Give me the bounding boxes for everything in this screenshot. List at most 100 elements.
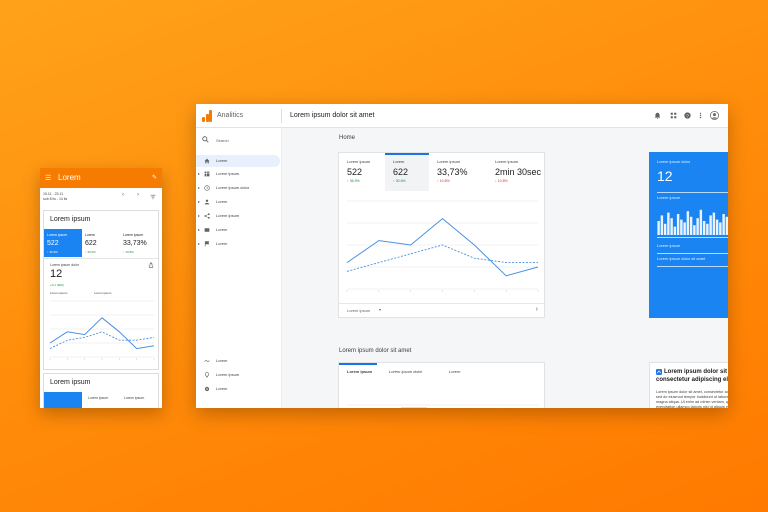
bar bbox=[702, 221, 706, 235]
chevron-right-icon[interactable]: › bbox=[137, 192, 139, 198]
home-title: Home bbox=[339, 135, 356, 141]
kpi-label: Lorem ipsum bbox=[47, 233, 68, 237]
kpi-change: ↑ 36.9% bbox=[347, 179, 360, 183]
expand-caret-icon: ▸ bbox=[198, 213, 201, 218]
bar bbox=[712, 212, 716, 235]
bar bbox=[715, 219, 719, 235]
filter-icon[interactable] bbox=[150, 194, 156, 200]
sidebar-item-home[interactable]: Lorem bbox=[196, 155, 280, 167]
realtime-sub3: Lorem ipsum dolor sit amet bbox=[657, 256, 706, 261]
bar bbox=[680, 219, 683, 235]
apps-grid-icon[interactable] bbox=[670, 112, 677, 119]
kpi-tile[interactable]: Lorem ipsum 33,73% ↑ 10.8% bbox=[429, 153, 487, 191]
menu-icon[interactable]: ☰ bbox=[45, 174, 51, 182]
expand-caret-icon: ▸ bbox=[198, 241, 201, 246]
bar bbox=[693, 225, 696, 235]
bar bbox=[699, 209, 703, 235]
insight-body: Lorem ipsum dolor sit amet, consectetur … bbox=[656, 390, 728, 408]
kpi-change: ↑ 36.9% bbox=[47, 250, 58, 254]
link-icon bbox=[204, 360, 210, 362]
sidebar-item-links[interactable]: Lorem bbox=[196, 355, 280, 367]
top-app-bar: Analitics Lorem ipsum dolor sit amet ? bbox=[196, 104, 728, 128]
card-title: Lorem ipsum bbox=[50, 379, 91, 386]
series-line-comparison bbox=[346, 244, 538, 272]
share-icon bbox=[204, 213, 210, 219]
kpi-tile-selected[interactable]: Lorem 622 ↑ 30.6% bbox=[385, 153, 429, 191]
realtime-title: Lorem ipsum dolor bbox=[657, 159, 691, 164]
column-label: Lorem ipsum bbox=[124, 396, 145, 400]
dropdown-caret-icon: ▾ bbox=[379, 307, 382, 312]
card-title: Lorem ipsum bbox=[50, 216, 91, 223]
kpi-change: ↑ 10.8% bbox=[123, 250, 134, 254]
bar bbox=[686, 211, 690, 235]
kpi-label: Lorem bbox=[85, 233, 95, 237]
kpi-value: 522 bbox=[47, 240, 59, 247]
divider bbox=[657, 192, 728, 193]
sidebar-item-label: Lorem bbox=[216, 199, 228, 204]
sidebar-item-label: Lorem bbox=[216, 358, 228, 363]
date-range[interactable]: 15.11 - 23.11 sob 8 lis - 14 lis bbox=[43, 192, 67, 201]
selected-column[interactable] bbox=[44, 392, 82, 408]
sidebar-item-admin[interactable]: Lorem bbox=[196, 383, 280, 395]
dashboard-icon bbox=[204, 171, 210, 177]
desktop-window: Analitics Lorem ipsum dolor sit amet ? S… bbox=[196, 104, 728, 408]
bar bbox=[719, 222, 722, 235]
home-icon bbox=[204, 158, 210, 164]
person-icon bbox=[204, 199, 210, 205]
sidebar-item-audience[interactable]: ▸ Lorem bbox=[196, 196, 280, 208]
svg-text:?: ? bbox=[686, 113, 689, 119]
kpi-value: 2min 30sec bbox=[495, 167, 542, 177]
bulb-icon bbox=[204, 372, 210, 378]
sidebar-item-conversions[interactable]: ▸ Lorem bbox=[196, 238, 280, 250]
chevron-right-icon[interactable]: › bbox=[536, 306, 538, 313]
sidebar-item-label: Lorem bbox=[216, 227, 228, 232]
stacked-bar-chart bbox=[347, 404, 539, 408]
expand-caret-icon: ▸ bbox=[198, 185, 201, 190]
tab-2[interactable]: Lorem ipsum dolor bbox=[389, 369, 422, 374]
mobile-title: Lorem bbox=[58, 173, 81, 182]
sub-change: +0.1 (900) bbox=[50, 283, 64, 287]
kpi-value: 33,73% bbox=[123, 240, 147, 247]
realtime-value: 12 bbox=[657, 168, 673, 184]
kpi-label: Lorem ipsum bbox=[495, 159, 519, 164]
realtime-sub2: Lorem ipsum bbox=[657, 243, 681, 248]
sidebar-item-label: Lorem ipsum bbox=[216, 213, 240, 218]
kpi-tile[interactable]: Lorem ipsum 2min 30sec ↓ 10.8% bbox=[487, 153, 544, 191]
bar bbox=[689, 216, 693, 235]
tab-3[interactable]: Lorem bbox=[449, 369, 460, 374]
kpi-label: Lorem ipsum bbox=[347, 159, 371, 164]
help-icon[interactable]: ? bbox=[684, 112, 691, 119]
sidebar-item-discover[interactable]: Lorem ipsum bbox=[196, 369, 280, 381]
sidebar-item-label: Lorem ipsum dolor bbox=[216, 185, 250, 190]
stacked-bar-segment bbox=[401, 407, 427, 408]
tab-1[interactable]: Lorem ipsum bbox=[347, 369, 372, 374]
more-vert-icon[interactable] bbox=[697, 112, 704, 119]
chevron-left-icon[interactable]: ‹ bbox=[122, 192, 124, 198]
divider bbox=[657, 253, 728, 254]
kpi-change: ↑ 30.6% bbox=[85, 250, 96, 254]
insight-heading: Lorem ipsum dolor sit amet, consectetur … bbox=[656, 369, 728, 383]
account-icon[interactable] bbox=[710, 111, 719, 120]
bar bbox=[667, 212, 670, 235]
chart-footer[interactable]: Lorem ipsum ▾ › bbox=[339, 303, 544, 317]
sidebar-item-dashboards[interactable]: ▸ Lorem ipsum bbox=[196, 168, 280, 180]
chart-footer-label: Lorem ipsum bbox=[347, 308, 371, 313]
bell-icon[interactable] bbox=[654, 112, 661, 119]
kpi-tile[interactable]: Lorem ipsum 522 ↑ 36.9% bbox=[339, 153, 385, 191]
legend-item: Lorem ipsum bbox=[50, 291, 68, 295]
sidebar-item-label: Lorem bbox=[216, 241, 228, 246]
sidebar-item-behavior[interactable]: ▸ Lorem bbox=[196, 224, 280, 236]
series-line-primary bbox=[49, 317, 155, 350]
column-label: Lorem ipsum bbox=[88, 396, 109, 400]
bar bbox=[683, 222, 686, 235]
mobile-overview-card: Lorem ipsum Lorem ipsum 522 ↑ 36.9% Lore… bbox=[43, 210, 159, 370]
edit-icon[interactable]: ✎ bbox=[152, 174, 157, 181]
share-icon[interactable] bbox=[148, 262, 154, 268]
kpi-tile-selected[interactable]: Lorem ipsum 522 ↑ 36.9% bbox=[44, 229, 82, 257]
kpi-change: ↑ 10.8% bbox=[437, 179, 450, 183]
sidebar-item-realtime[interactable]: ▸ Lorem ipsum dolor bbox=[196, 182, 280, 194]
kpi-tile[interactable]: Lorem ipsum 33,73% ↑ 10.8% bbox=[120, 229, 158, 257]
kpi-tile[interactable]: Lorem 622 ↑ 30.6% bbox=[82, 229, 120, 257]
sidebar-item-acquisition[interactable]: ▸ Lorem ipsum bbox=[196, 210, 280, 222]
bar bbox=[673, 226, 677, 235]
